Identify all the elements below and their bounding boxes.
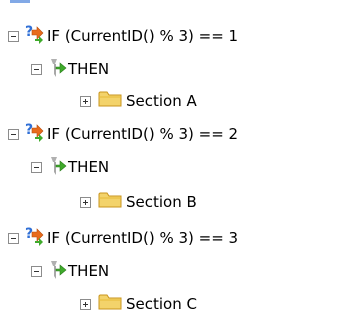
- condition-node-2[interactable]: ? IF (CurrentID() % 3) == 2: [8, 122, 238, 146]
- question-arrow-icon: ?: [24, 121, 46, 147]
- section-node-b[interactable]: Section B: [80, 190, 197, 214]
- condition-node-3[interactable]: ? IF (CurrentID() % 3) == 3: [8, 226, 238, 250]
- question-arrow-icon: ?: [24, 225, 46, 251]
- collapse-toggle-icon[interactable]: [8, 232, 19, 244]
- condition-tree: ? IF (CurrentID() % 3) == 1 THEN Section: [0, 0, 338, 323]
- collapse-toggle-icon[interactable]: [31, 63, 42, 75]
- then-label: THEN: [68, 158, 110, 176]
- folder-icon: [98, 190, 122, 214]
- collapse-toggle-icon[interactable]: [31, 161, 42, 173]
- then-label: THEN: [68, 262, 110, 280]
- then-node-3[interactable]: THEN: [31, 259, 109, 283]
- section-label: Section B: [126, 193, 197, 211]
- expand-toggle-icon[interactable]: [80, 196, 91, 208]
- green-arrow-icon: [49, 258, 67, 284]
- condition-label: IF (CurrentID() % 3) == 3: [47, 229, 239, 247]
- folder-icon: [98, 292, 122, 316]
- expand-toggle-icon[interactable]: [80, 95, 91, 107]
- then-node-1[interactable]: THEN: [31, 57, 109, 81]
- collapse-toggle-icon[interactable]: [31, 265, 42, 277]
- partial-top-icon: [10, 0, 30, 3]
- then-node-2[interactable]: THEN: [31, 155, 109, 179]
- collapse-toggle-icon[interactable]: [8, 128, 19, 140]
- condition-label: IF (CurrentID() % 3) == 2: [47, 125, 239, 143]
- green-arrow-icon: [49, 154, 67, 180]
- then-label: THEN: [68, 60, 110, 78]
- expand-toggle-icon[interactable]: [80, 298, 91, 310]
- condition-label: IF (CurrentID() % 3) == 1: [47, 27, 239, 45]
- section-label: Section A: [126, 92, 197, 110]
- section-node-a[interactable]: Section A: [80, 89, 197, 113]
- section-label: Section C: [126, 295, 197, 313]
- collapse-toggle-icon[interactable]: [8, 30, 19, 42]
- folder-icon: [98, 89, 122, 113]
- question-arrow-icon: ?: [24, 23, 46, 49]
- section-node-c[interactable]: Section C: [80, 292, 197, 316]
- green-arrow-icon: [49, 56, 67, 82]
- condition-node-1[interactable]: ? IF (CurrentID() % 3) == 1: [8, 24, 238, 48]
